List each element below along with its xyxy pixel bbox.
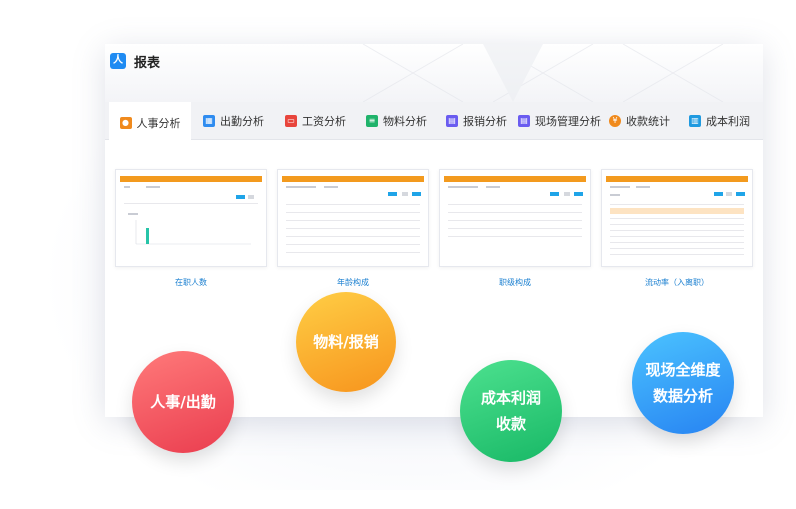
headcount-bar xyxy=(146,228,149,244)
bubble-line: 物料/报销 xyxy=(313,333,379,351)
filter-value xyxy=(324,186,338,188)
money-bag-icon: ¥ xyxy=(609,115,621,127)
document-icon: ≡ xyxy=(366,115,378,127)
table-row-line xyxy=(448,212,582,213)
tab-label: 成本利润 xyxy=(706,115,750,128)
chart-title xyxy=(128,213,138,215)
query-button[interactable] xyxy=(550,192,559,196)
filter-label xyxy=(124,186,130,188)
tab-cost-profit[interactable]: ▥ 成本利润 xyxy=(689,102,750,140)
table-row-line xyxy=(610,218,744,219)
card-header-bar xyxy=(120,176,262,182)
filter-label xyxy=(448,186,478,188)
table-row-line xyxy=(610,254,744,255)
bubble-cost-profit-receipt: 成本利润 收款 xyxy=(460,360,562,462)
header-decoration xyxy=(362,44,724,102)
report-card-turnover[interactable] xyxy=(601,169,753,267)
divider xyxy=(124,203,258,204)
table-row-line xyxy=(286,228,420,229)
receipt-icon: ▤ xyxy=(446,115,458,127)
reset-button[interactable] xyxy=(726,192,732,196)
filter-value xyxy=(636,186,650,188)
filter-label xyxy=(286,186,316,188)
table-row-line xyxy=(448,228,582,229)
table-row-line xyxy=(286,252,420,253)
tab-label: 物料分析 xyxy=(383,115,427,128)
bubble-hr-attendance: 人事/出勤 xyxy=(132,351,234,453)
table-row-line xyxy=(286,236,420,237)
report-caption-age[interactable]: 年龄构成 xyxy=(277,277,429,288)
filter-label xyxy=(610,194,620,196)
report-caption-headcount[interactable]: 在职人数 xyxy=(115,277,267,288)
reset-button[interactable] xyxy=(248,195,254,199)
export-button[interactable] xyxy=(736,192,745,196)
table-header-line xyxy=(448,204,582,205)
tab-bar: ● 人事分析 ▦ 出勤分析 ▭ 工资分析 ≡ 物料分析 ▤ 报销分析 ▤ 现场管… xyxy=(105,102,763,141)
table-row-line xyxy=(286,244,420,245)
tab-label: 工资分析 xyxy=(302,115,346,128)
bubble-line: 数据分析 xyxy=(652,387,713,405)
window-header: 人 报表 xyxy=(105,44,763,102)
report-card-age[interactable] xyxy=(277,169,429,267)
filter-label xyxy=(610,186,630,188)
card-header-bar xyxy=(606,176,748,182)
table-row-line xyxy=(610,230,744,231)
table-row-line xyxy=(448,220,582,221)
app-logo-icon: 人 xyxy=(110,53,126,69)
reset-button[interactable] xyxy=(564,192,570,196)
table-row-line xyxy=(286,220,420,221)
tab-hr-analysis[interactable]: ● 人事分析 xyxy=(109,102,191,141)
report-card-rank[interactable] xyxy=(439,169,591,267)
tab-label: 人事分析 xyxy=(136,116,181,130)
headcount-bar-chart xyxy=(135,220,251,245)
bubble-line: 成本利润 xyxy=(480,389,541,407)
export-button[interactable] xyxy=(412,192,421,196)
reset-button[interactable] xyxy=(402,192,408,196)
bubble-line: 现场全维度 xyxy=(645,361,721,379)
bubble-site-data-analysis: 现场全维度 数据分析 xyxy=(632,332,734,434)
tab-label: 收款统计 xyxy=(626,115,670,128)
card-header-bar xyxy=(282,176,424,182)
app-title: 报表 xyxy=(134,56,161,71)
table-row-line xyxy=(286,212,420,213)
export-button[interactable] xyxy=(574,192,583,196)
tab-site-management-analysis[interactable]: ▤ 现场管理分析 xyxy=(518,102,601,140)
table-row-line xyxy=(610,236,744,237)
bubble-line: 人事/出勤 xyxy=(150,393,216,411)
query-button[interactable] xyxy=(236,195,245,199)
card-header-bar xyxy=(444,176,586,182)
table-row-line xyxy=(610,248,744,249)
report-card-headcount[interactable] xyxy=(115,169,267,267)
tab-material-analysis[interactable]: ≡ 物料分析 xyxy=(366,102,427,140)
table-header-line xyxy=(286,204,420,205)
tab-label: 出勤分析 xyxy=(220,115,264,128)
query-button[interactable] xyxy=(388,192,397,196)
wallet-icon: ▭ xyxy=(285,115,297,127)
tab-label: 报销分析 xyxy=(463,115,507,128)
tab-salary-analysis[interactable]: ▭ 工资分析 xyxy=(285,102,346,140)
bubble-line: 收款 xyxy=(495,415,526,433)
person-icon: ● xyxy=(119,116,132,129)
filter-value xyxy=(146,186,160,188)
filter-value xyxy=(486,186,500,188)
table-header-line xyxy=(610,204,744,205)
clipboard-icon: ▤ xyxy=(518,115,530,127)
tab-attendance-analysis[interactable]: ▦ 出勤分析 xyxy=(203,102,264,140)
report-caption-turnover[interactable]: 流动率（入离职） xyxy=(601,277,753,288)
query-button[interactable] xyxy=(714,192,723,196)
tab-receipt-statistics[interactable]: ¥ 收款统计 xyxy=(609,102,670,140)
ledger-icon: ▥ xyxy=(689,115,701,127)
bubble-material-expense: 物料/报销 xyxy=(296,292,396,392)
table-row-line xyxy=(610,224,744,225)
table-row-line xyxy=(610,242,744,243)
report-caption-rank[interactable]: 职级构成 xyxy=(439,277,591,288)
table-row-line xyxy=(448,236,582,237)
calendar-icon: ▦ xyxy=(203,115,215,127)
table-highlight-row xyxy=(610,208,744,214)
tab-label: 现场管理分析 xyxy=(535,115,601,128)
tab-expense-analysis[interactable]: ▤ 报销分析 xyxy=(446,102,507,140)
